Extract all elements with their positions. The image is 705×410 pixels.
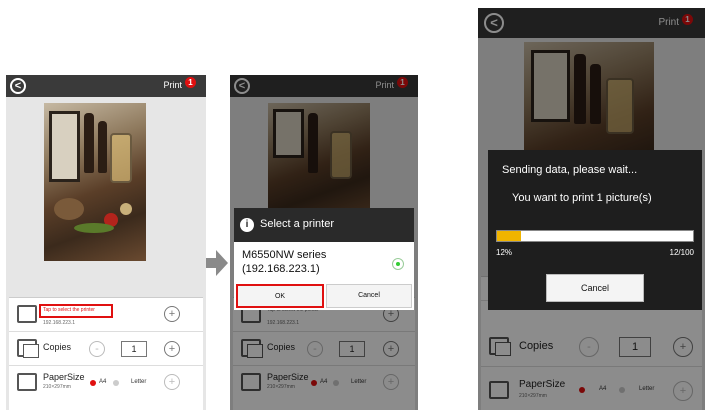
printer-icon — [17, 305, 37, 323]
cancel-button[interactable]: Cancel — [546, 274, 644, 302]
progress-percent: 12% — [496, 248, 513, 257]
radio-selected-icon[interactable] — [392, 258, 404, 270]
sending-title: Sending data, please wait... — [502, 164, 638, 176]
print-button[interactable]: Print — [163, 80, 182, 90]
dialog-header: i Select a printer — [234, 208, 414, 242]
add-printer-button[interactable]: + — [164, 306, 180, 322]
paper-size-icon — [17, 373, 37, 391]
a4-label: A4 — [99, 379, 107, 385]
progress-bar — [496, 230, 694, 242]
printer-option[interactable]: M6550NW series (192.168.223.1) — [242, 248, 326, 276]
printer-name: M6550NW series — [242, 249, 327, 261]
copies-icon — [17, 339, 39, 358]
radio-letter[interactable] — [113, 380, 119, 386]
settings-panel: Tap to select the printer 192.168.223.1 … — [9, 297, 203, 410]
paper-size-label: PaperSize — [43, 372, 85, 382]
select-printer-dialog: i Select a printer M6550NW series (192.1… — [234, 208, 414, 310]
print-count-badge: 1 — [185, 77, 196, 88]
printer-row[interactable]: Tap to select the printer 192.168.223.1 … — [9, 298, 203, 332]
paper-more-button[interactable]: + — [164, 374, 180, 390]
copies-input[interactable]: 1 — [121, 341, 147, 357]
screen-sending: < Print 1 192.168.223.1 Copies - 1 + Pap… — [478, 8, 705, 410]
printer-ip: 192.168.223.1 — [43, 320, 75, 326]
sending-dialog: Sending data, please wait... You want to… — [488, 150, 702, 310]
dialog-title: Select a printer — [260, 218, 334, 230]
screen-select-printer: < Print 1 Tap to select the printer 192.… — [230, 75, 418, 410]
screen-print-settings: < Print 1 Tap to select the printer 192.… — [6, 75, 206, 410]
radio-a4[interactable] — [90, 380, 96, 386]
tap-to-select-text[interactable]: Tap to select the printer — [43, 307, 95, 313]
ok-button[interactable]: OK — [236, 284, 324, 308]
arrow-right-icon — [206, 250, 228, 276]
back-icon[interactable]: < — [10, 78, 26, 94]
letter-label: Letter — [131, 379, 147, 385]
copies-label: Copies — [43, 342, 72, 352]
cancel-button[interactable]: Cancel — [326, 284, 412, 308]
info-icon: i — [240, 218, 254, 232]
paper-dims: 210×297mm — [43, 384, 71, 390]
copies-row: Copies - 1 + — [9, 332, 203, 366]
top-bar: < Print 1 — [6, 75, 206, 97]
paper-size-row: PaperSize 210×297mm A4 Letter + — [9, 366, 203, 400]
progress-fill — [497, 231, 521, 241]
decrement-button[interactable]: - — [89, 341, 105, 357]
increment-button[interactable]: + — [164, 341, 180, 357]
preview-photo — [44, 103, 146, 261]
printer-address: (192.168.223.1) — [242, 263, 320, 275]
progress-count: 12/100 — [669, 248, 694, 257]
sending-message: You want to print 1 picture(s) — [512, 192, 652, 204]
